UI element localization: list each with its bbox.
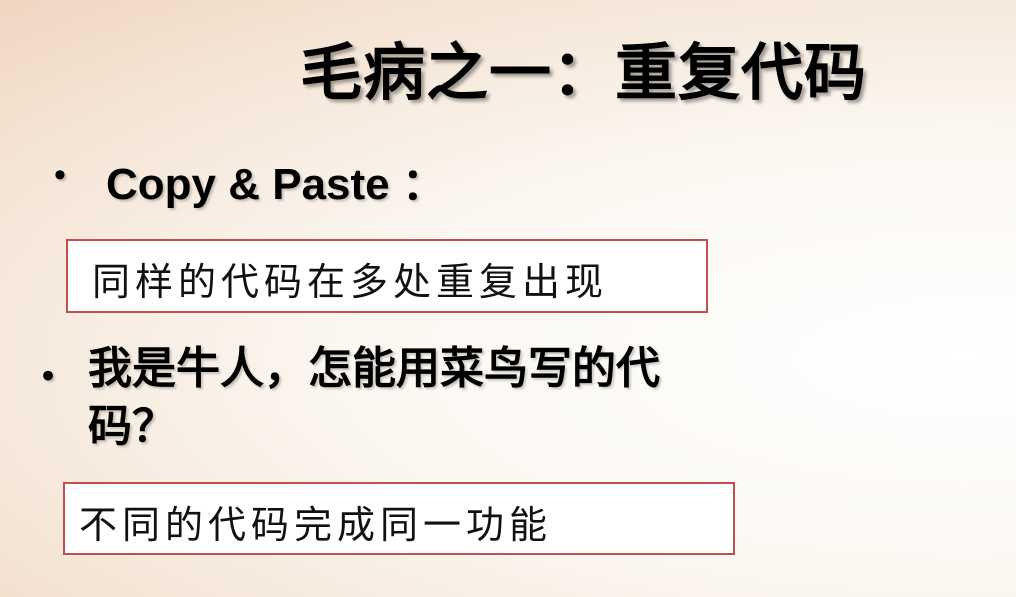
bullet-marker: •: [38, 357, 59, 397]
bullet-expert-code: • 我是牛人，怎能用菜鸟写的代码？: [38, 340, 698, 456]
bullet-text: Copy & Paste ：: [106, 160, 446, 209]
bullet-marker: •: [54, 156, 66, 194]
callout-box-same-function: 不同的代码完成同一功能: [63, 482, 735, 555]
slide-title: 毛病之一：重复代码: [300, 36, 868, 109]
bullet-text: 我是牛人，怎能用菜鸟写的代码？: [88, 343, 660, 452]
bullet-copy-paste: • Copy & Paste ：: [54, 148, 446, 212]
callout-box-duplicate-code: 同样的代码在多处重复出现: [66, 239, 708, 313]
